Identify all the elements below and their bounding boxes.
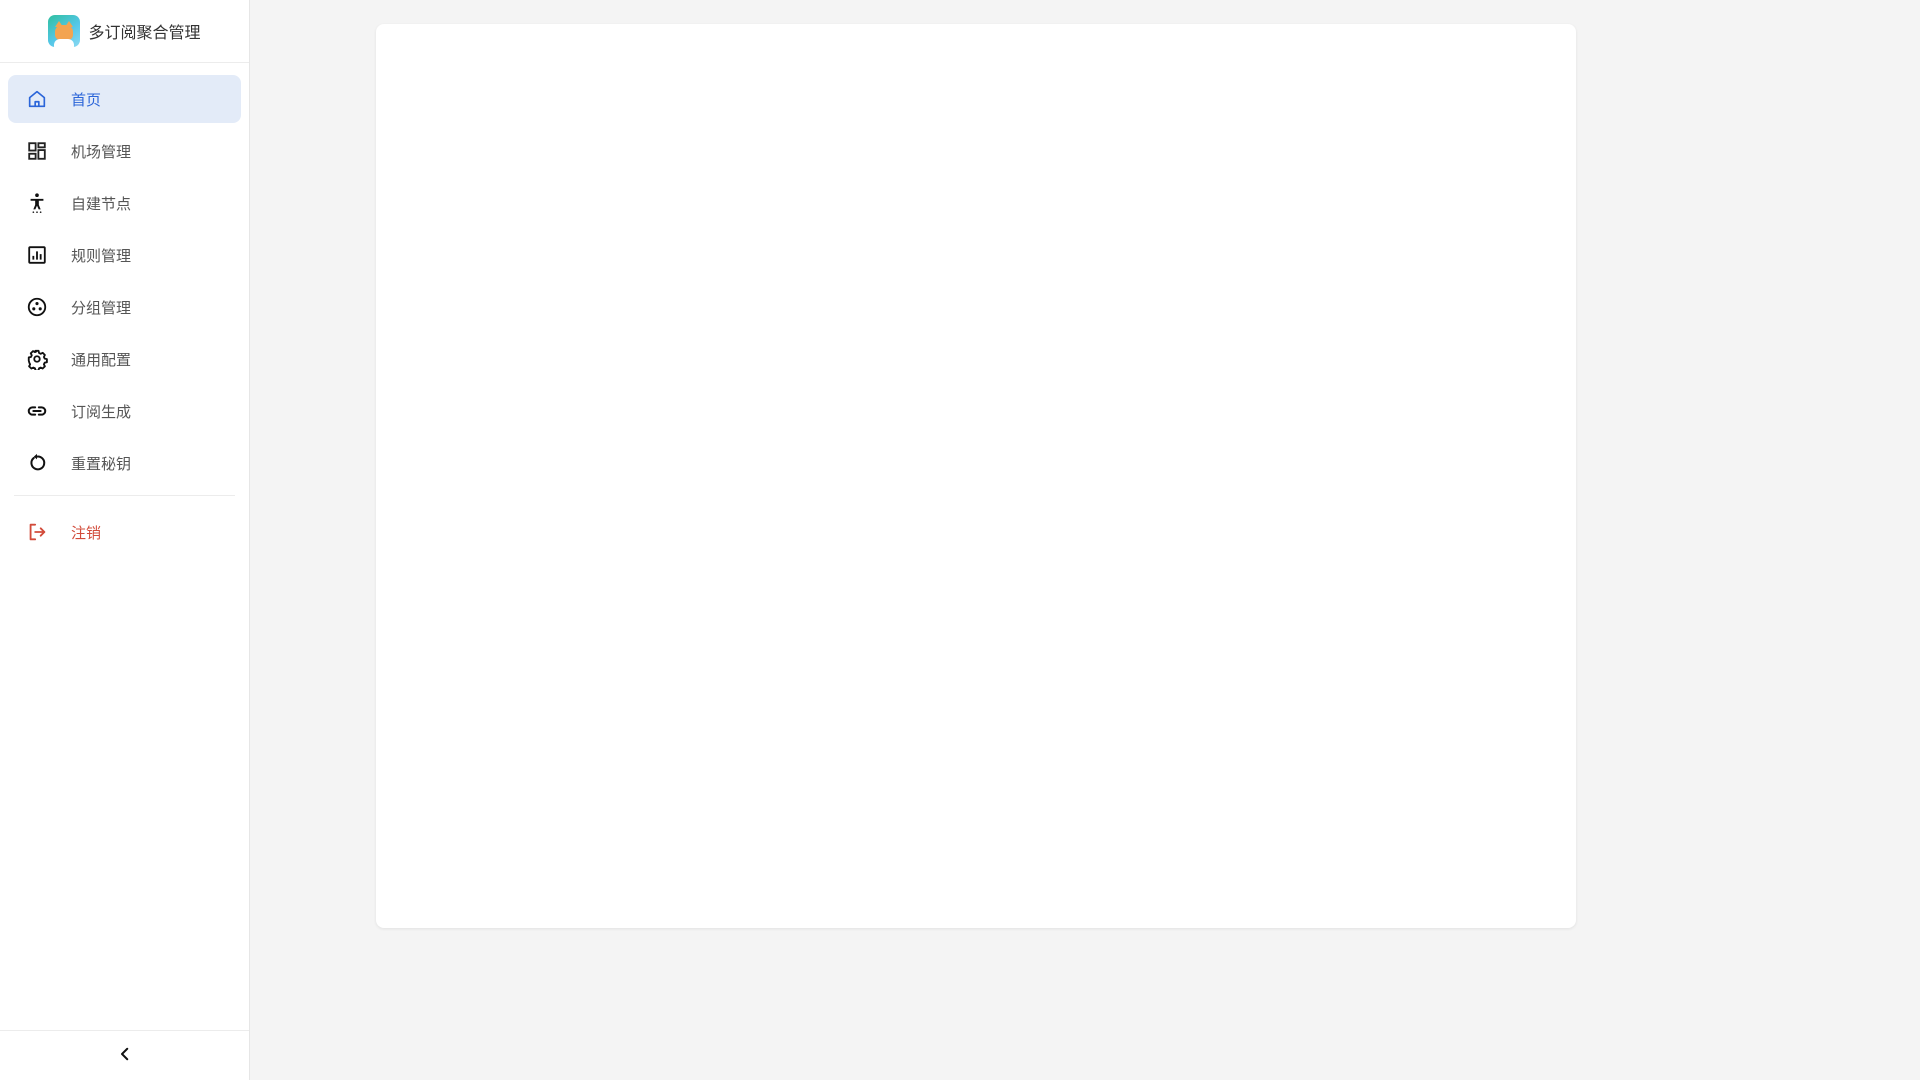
chevron-left-icon	[116, 1045, 134, 1067]
logout-label: 注销	[71, 523, 102, 542]
menu-divider	[14, 495, 235, 496]
logout-button[interactable]: 注销	[8, 508, 241, 556]
sidebar-item-label: 分组管理	[71, 298, 132, 317]
sidebar-item-label: 订阅生成	[71, 402, 132, 421]
accessibility-person-icon	[26, 192, 48, 214]
sidebar: 多订阅聚合管理 首页 机场管理 自建节点 规则管理 分组管理 通用配置 订阅生成…	[0, 0, 250, 1080]
logout-icon	[26, 521, 48, 543]
main-content-card	[376, 24, 1576, 928]
dashboard-grid-icon	[26, 140, 48, 162]
sidebar-item-airport-management[interactable]: 机场管理	[8, 127, 241, 175]
sidebar-item-home[interactable]: 首页	[8, 75, 241, 123]
sidebar-item-subscription-generate[interactable]: 订阅生成	[8, 387, 241, 435]
gear-icon	[26, 348, 48, 370]
sidebar-item-self-built-nodes[interactable]: 自建节点	[8, 179, 241, 227]
sidebar-item-label: 首页	[71, 90, 102, 109]
sidebar-footer	[0, 1030, 249, 1080]
sidebar-menu: 首页 机场管理 自建节点 规则管理 分组管理 通用配置 订阅生成 重置秘钥 注销	[0, 63, 249, 556]
brand-logo	[48, 15, 81, 47]
bar-chart-icon	[26, 244, 48, 266]
home-icon	[26, 88, 48, 110]
workspaces-circle-icon	[26, 296, 48, 318]
sidebar-item-group-management[interactable]: 分组管理	[8, 283, 241, 331]
sidebar-item-label: 机场管理	[71, 142, 132, 161]
brand-title: 多订阅聚合管理	[88, 23, 201, 42]
sidebar-item-label: 规则管理	[71, 246, 132, 265]
sidebar-item-rule-management[interactable]: 规则管理	[8, 231, 241, 279]
sidebar-item-label: 重置秘钥	[71, 454, 132, 473]
sidebar-item-label: 自建节点	[71, 194, 132, 213]
sidebar-item-label: 通用配置	[71, 350, 132, 369]
link-icon	[26, 400, 48, 422]
sidebar-item-general-config[interactable]: 通用配置	[8, 335, 241, 383]
sidebar-item-reset-secret[interactable]: 重置秘钥	[8, 439, 241, 487]
brand-header: 多订阅聚合管理	[0, 0, 249, 63]
collapse-sidebar-button[interactable]	[110, 1041, 140, 1071]
refresh-icon	[26, 452, 48, 474]
